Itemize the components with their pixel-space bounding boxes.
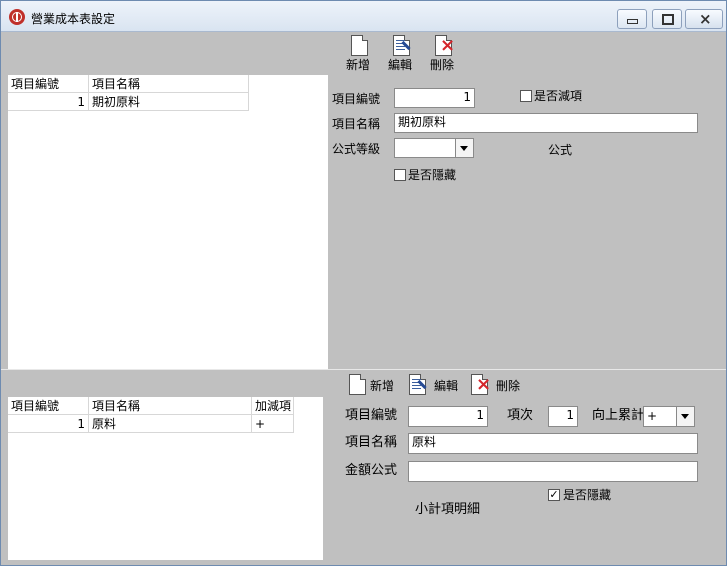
item-code-input[interactable]: 1 (394, 88, 475, 108)
detail-code-label: 項目編號 (345, 408, 398, 423)
bottom-delete-label: 刪除 (496, 379, 521, 393)
new-document-icon (348, 34, 368, 56)
subtotal-detail-label: 小計項明細 (415, 502, 481, 517)
column-header-code[interactable]: 項目編號 (8, 75, 89, 93)
cell-code: 1 (8, 93, 89, 111)
delete-document-icon: × (432, 34, 455, 56)
chevron-down-icon[interactable] (455, 139, 473, 157)
main-window: 營業成本表設定 × 新增 編輯 × 刪除 項目編號 項目名稱 1 期初原料 項目… (0, 0, 727, 566)
item-name-label: 項目名稱 (332, 117, 381, 131)
top-item-grid[interactable]: 項目編號 項目名稱 1 期初原料 (8, 75, 328, 369)
close-button[interactable]: × (685, 9, 723, 29)
cell-code: 1 (8, 415, 89, 433)
bottom-item-grid[interactable]: 項目編號 項目名稱 加減項 1 原料 + (8, 397, 323, 560)
edit-document-icon (390, 34, 411, 56)
top-grid-header: 項目編號 項目名稱 (8, 75, 249, 93)
subtract-checkbox[interactable] (520, 90, 532, 102)
table-row[interactable]: 1 原料 + (8, 415, 294, 433)
edit-document-icon (406, 373, 427, 395)
cumulative-label: 向上累計 (592, 408, 645, 423)
subtract-label: 是否減項 (534, 89, 583, 103)
cell-sign: + (252, 415, 294, 433)
close-icon: × (699, 10, 712, 28)
amount-formula-input[interactable] (408, 461, 698, 482)
amount-formula-label: 金額公式 (345, 463, 398, 478)
detail-name-input[interactable]: 原料 (408, 433, 698, 454)
column-header-name[interactable]: 項目名稱 (89, 397, 252, 415)
column-header-sign[interactable]: 加減項 (252, 397, 294, 415)
top-hidden-label: 是否隱藏 (408, 168, 457, 182)
formula-label: 公式 (548, 143, 573, 157)
bottom-hidden-checkbox[interactable]: ✓ (548, 489, 560, 501)
item-name-input[interactable]: 期初原料 (394, 113, 698, 133)
bottom-hidden-label: 是否隱藏 (563, 488, 612, 502)
top-hidden-checkbox[interactable] (394, 169, 406, 181)
chevron-down-icon[interactable] (676, 407, 694, 426)
top-new-label: 新增 (345, 58, 370, 72)
top-edit-button[interactable]: 編輯 (383, 34, 417, 73)
column-header-name[interactable]: 項目名稱 (89, 75, 249, 93)
item-code-label: 項目編號 (332, 92, 381, 106)
seq-input[interactable]: 1 (548, 406, 578, 427)
cell-name: 原料 (89, 415, 252, 433)
minimize-button[interactable] (617, 9, 647, 29)
cell-name: 期初原料 (89, 93, 249, 111)
minimize-icon (627, 19, 638, 24)
section-divider (1, 369, 726, 370)
detail-name-label: 項目名稱 (345, 435, 398, 450)
table-row[interactable]: 1 期初原料 (8, 93, 249, 111)
top-new-button[interactable]: 新增 (341, 34, 375, 73)
cumulative-select[interactable]: + (643, 406, 695, 427)
detail-code-input[interactable]: 1 (408, 406, 488, 427)
cumulative-value: + (647, 409, 658, 423)
bottom-new-label: 新增 (370, 379, 395, 393)
bottom-delete-button[interactable]: × 刪除 (468, 373, 524, 395)
maximize-icon (662, 14, 674, 25)
seq-label: 項次 (507, 408, 534, 423)
app-icon (9, 9, 25, 25)
bottom-edit-button[interactable]: 編輯 (406, 373, 462, 395)
maximize-button[interactable] (652, 9, 682, 29)
top-delete-label: 刪除 (429, 58, 454, 72)
window-title: 營業成本表設定 (31, 12, 116, 26)
bottom-grid-header: 項目編號 項目名稱 加減項 (8, 397, 294, 415)
title-bar[interactable]: 營業成本表設定 × (1, 1, 726, 32)
formula-level-label: 公式等級 (332, 142, 381, 156)
delete-document-icon: × (468, 373, 491, 395)
new-document-icon (346, 373, 366, 395)
bottom-new-button[interactable]: 新增 (346, 373, 398, 395)
top-delete-button[interactable]: × 刪除 (425, 34, 459, 73)
bottom-edit-label: 編輯 (434, 379, 459, 393)
top-edit-label: 編輯 (387, 58, 412, 72)
formula-level-select[interactable] (394, 138, 474, 158)
column-header-code[interactable]: 項目編號 (8, 397, 89, 415)
